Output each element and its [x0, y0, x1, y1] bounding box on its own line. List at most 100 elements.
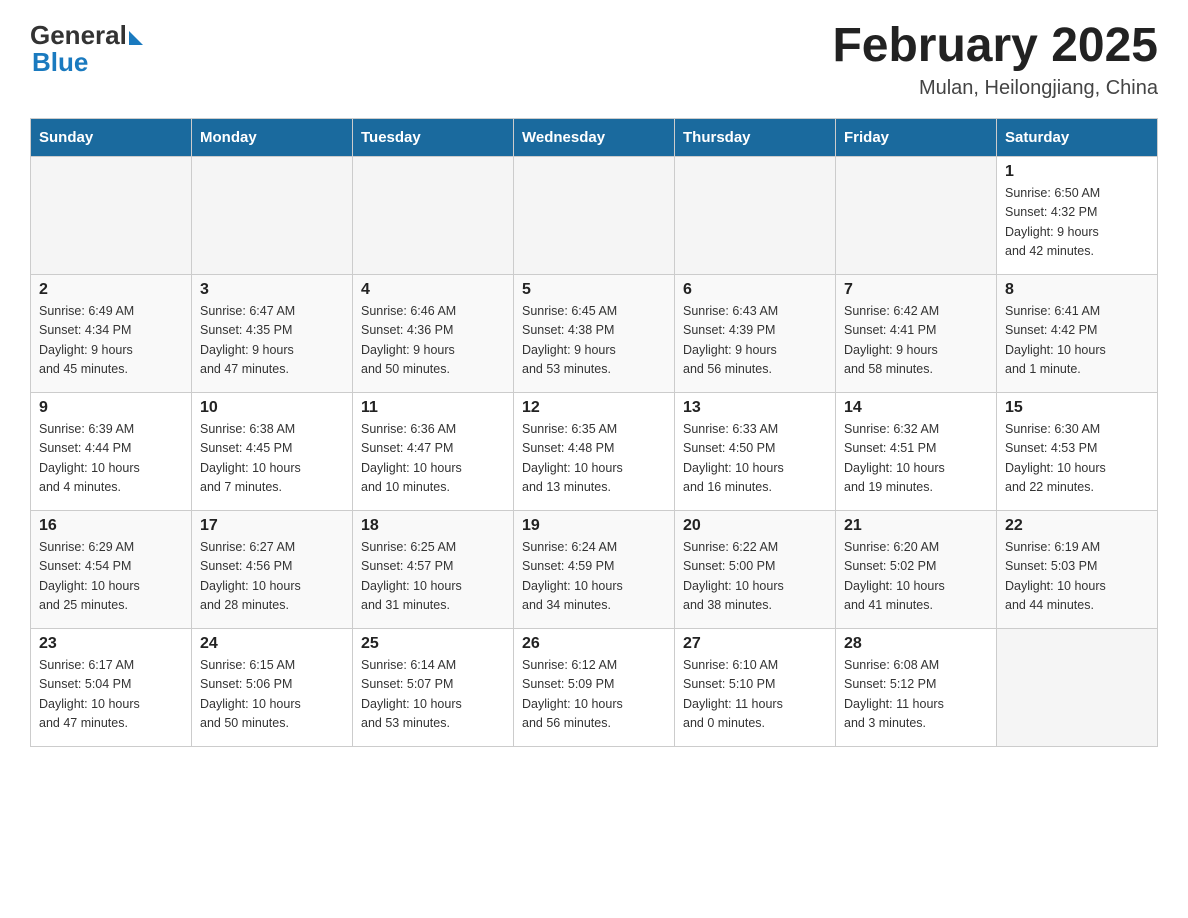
calendar-cell: 25Sunrise: 6:14 AM Sunset: 5:07 PM Dayli…	[353, 628, 514, 746]
day-info: Sunrise: 6:38 AM Sunset: 4:45 PM Dayligh…	[200, 420, 344, 498]
calendar-cell: 16Sunrise: 6:29 AM Sunset: 4:54 PM Dayli…	[31, 510, 192, 628]
calendar-cell: 9 Sunrise: 6:39 AM Sunset: 4:44 PM Daylig…	[31, 392, 192, 510]
day-info: Sunrise: 6:47 AM Sunset: 4:35 PM Dayligh…	[200, 302, 344, 380]
day-info: Sunrise: 6:35 AM Sunset: 4:48 PM Dayligh…	[522, 420, 666, 498]
calendar-body: 1 Sunrise: 6:50 AM Sunset: 4:32 PM Daylig…	[31, 156, 1158, 746]
calendar-cell: 1 Sunrise: 6:50 AM Sunset: 4:32 PM Daylig…	[997, 156, 1158, 274]
weekday-header-row: SundayMondayTuesdayWednesdayThursdayFrid…	[31, 118, 1158, 156]
day-number: 12	[522, 399, 666, 417]
calendar-cell: 3 Sunrise: 6:47 AM Sunset: 4:35 PM Daylig…	[192, 274, 353, 392]
day-info: Sunrise: 6:12 AM Sunset: 5:09 PM Dayligh…	[522, 656, 666, 734]
calendar-cell: 20 Sunrise: 6:22 AM Sunset: 5:00 PM Dayli…	[675, 510, 836, 628]
day-number: 11	[361, 399, 505, 417]
calendar-cell	[997, 628, 1158, 746]
calendar-cell	[353, 156, 514, 274]
day-info: Sunrise: 6:36 AM Sunset: 4:47 PM Dayligh…	[361, 420, 505, 498]
week-row-3: 9 Sunrise: 6:39 AM Sunset: 4:44 PM Daylig…	[31, 392, 1158, 510]
calendar-cell	[31, 156, 192, 274]
day-number: 18	[361, 517, 505, 535]
day-number: 17	[200, 517, 344, 535]
day-info: Sunrise: 6:17 AM Sunset: 5:04 PM Dayligh…	[39, 656, 183, 734]
day-number: 5	[522, 281, 666, 299]
logo: General Blue	[30, 20, 143, 78]
day-info: Sunrise: 6:25 AM Sunset: 4:57 PM Dayligh…	[361, 538, 505, 616]
week-row-4: 16Sunrise: 6:29 AM Sunset: 4:54 PM Dayli…	[31, 510, 1158, 628]
calendar-cell: 17Sunrise: 6:27 AM Sunset: 4:56 PM Dayli…	[192, 510, 353, 628]
calendar-cell: 21 Sunrise: 6:20 AM Sunset: 5:02 PM Dayli…	[836, 510, 997, 628]
day-number: 8	[1005, 281, 1149, 299]
calendar-cell	[675, 156, 836, 274]
calendar-cell: 22 Sunrise: 6:19 AM Sunset: 5:03 PM Dayli…	[997, 510, 1158, 628]
day-number: 19	[522, 517, 666, 535]
day-info: Sunrise: 6:41 AM Sunset: 4:42 PM Dayligh…	[1005, 302, 1149, 380]
logo-blue-text: Blue	[30, 47, 88, 78]
week-row-1: 1 Sunrise: 6:50 AM Sunset: 4:32 PM Daylig…	[31, 156, 1158, 274]
calendar-cell: 8 Sunrise: 6:41 AM Sunset: 4:42 PM Daylig…	[997, 274, 1158, 392]
day-number: 7	[844, 281, 988, 299]
day-info: Sunrise: 6:15 AM Sunset: 5:06 PM Dayligh…	[200, 656, 344, 734]
calendar-cell: 6 Sunrise: 6:43 AM Sunset: 4:39 PM Daylig…	[675, 274, 836, 392]
day-info: Sunrise: 6:39 AM Sunset: 4:44 PM Dayligh…	[39, 420, 183, 498]
week-row-5: 23 Sunrise: 6:17 AM Sunset: 5:04 PM Dayli…	[31, 628, 1158, 746]
day-number: 9	[39, 399, 183, 417]
weekday-header-friday: Friday	[836, 118, 997, 156]
logo-triangle-icon	[129, 31, 143, 45]
title-block: February 2025 Mulan, Heilongjiang, China	[832, 20, 1158, 100]
calendar-cell: 2 Sunrise: 6:49 AM Sunset: 4:34 PM Daylig…	[31, 274, 192, 392]
day-info: Sunrise: 6:49 AM Sunset: 4:34 PM Dayligh…	[39, 302, 183, 380]
day-number: 10	[200, 399, 344, 417]
calendar-cell: 26 Sunrise: 6:12 AM Sunset: 5:09 PM Dayli…	[514, 628, 675, 746]
day-info: Sunrise: 6:08 AM Sunset: 5:12 PM Dayligh…	[844, 656, 988, 734]
day-info: Sunrise: 6:19 AM Sunset: 5:03 PM Dayligh…	[1005, 538, 1149, 616]
day-info: Sunrise: 6:10 AM Sunset: 5:10 PM Dayligh…	[683, 656, 827, 734]
day-info: Sunrise: 6:22 AM Sunset: 5:00 PM Dayligh…	[683, 538, 827, 616]
day-info: Sunrise: 6:46 AM Sunset: 4:36 PM Dayligh…	[361, 302, 505, 380]
day-number: 3	[200, 281, 344, 299]
day-info: Sunrise: 6:45 AM Sunset: 4:38 PM Dayligh…	[522, 302, 666, 380]
location-title: Mulan, Heilongjiang, China	[832, 77, 1158, 100]
day-number: 20	[683, 517, 827, 535]
day-info: Sunrise: 6:33 AM Sunset: 4:50 PM Dayligh…	[683, 420, 827, 498]
week-row-2: 2 Sunrise: 6:49 AM Sunset: 4:34 PM Daylig…	[31, 274, 1158, 392]
month-title: February 2025	[832, 20, 1158, 73]
day-info: Sunrise: 6:30 AM Sunset: 4:53 PM Dayligh…	[1005, 420, 1149, 498]
day-number: 1	[1005, 163, 1149, 181]
weekday-header-wednesday: Wednesday	[514, 118, 675, 156]
calendar-cell: 5 Sunrise: 6:45 AM Sunset: 4:38 PM Daylig…	[514, 274, 675, 392]
calendar-cell: 18 Sunrise: 6:25 AM Sunset: 4:57 PM Dayli…	[353, 510, 514, 628]
day-number: 23	[39, 635, 183, 653]
calendar-cell	[836, 156, 997, 274]
day-info: Sunrise: 6:43 AM Sunset: 4:39 PM Dayligh…	[683, 302, 827, 380]
calendar-cell: 23 Sunrise: 6:17 AM Sunset: 5:04 PM Dayli…	[31, 628, 192, 746]
weekday-header-monday: Monday	[192, 118, 353, 156]
day-number: 13	[683, 399, 827, 417]
day-number: 21	[844, 517, 988, 535]
calendar-cell: 24 Sunrise: 6:15 AM Sunset: 5:06 PM Dayli…	[192, 628, 353, 746]
day-info: Sunrise: 6:14 AM Sunset: 5:07 PM Dayligh…	[361, 656, 505, 734]
day-number: 27	[683, 635, 827, 653]
day-number: 26	[522, 635, 666, 653]
weekday-header-saturday: Saturday	[997, 118, 1158, 156]
day-number: 2	[39, 281, 183, 299]
day-info: Sunrise: 6:42 AM Sunset: 4:41 PM Dayligh…	[844, 302, 988, 380]
day-info: Sunrise: 6:20 AM Sunset: 5:02 PM Dayligh…	[844, 538, 988, 616]
day-number: 15	[1005, 399, 1149, 417]
calendar-cell: 13 Sunrise: 6:33 AM Sunset: 4:50 PM Dayli…	[675, 392, 836, 510]
calendar-cell	[192, 156, 353, 274]
weekday-header-sunday: Sunday	[31, 118, 192, 156]
calendar-table: SundayMondayTuesdayWednesdayThursdayFrid…	[30, 118, 1158, 747]
weekday-header-tuesday: Tuesday	[353, 118, 514, 156]
day-number: 28	[844, 635, 988, 653]
calendar-cell: 27 Sunrise: 6:10 AM Sunset: 5:10 PM Dayli…	[675, 628, 836, 746]
day-number: 4	[361, 281, 505, 299]
calendar-cell: 19Sunrise: 6:24 AM Sunset: 4:59 PM Dayli…	[514, 510, 675, 628]
day-info: Sunrise: 6:50 AM Sunset: 4:32 PM Dayligh…	[1005, 184, 1149, 262]
calendar-cell	[514, 156, 675, 274]
calendar-cell: 28 Sunrise: 6:08 AM Sunset: 5:12 PM Dayli…	[836, 628, 997, 746]
day-number: 22	[1005, 517, 1149, 535]
calendar-cell: 4 Sunrise: 6:46 AM Sunset: 4:36 PM Daylig…	[353, 274, 514, 392]
weekday-header-thursday: Thursday	[675, 118, 836, 156]
day-number: 16	[39, 517, 183, 535]
day-number: 24	[200, 635, 344, 653]
day-number: 6	[683, 281, 827, 299]
